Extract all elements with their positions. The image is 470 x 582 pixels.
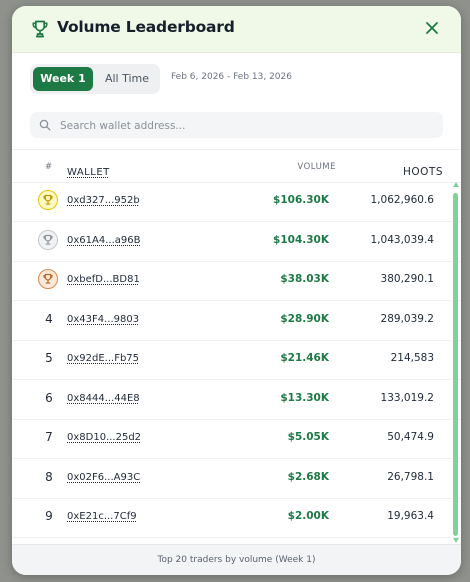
rank-number: 8: [45, 469, 53, 484]
leaderboard-footer: Top 20 traders by volume (Week 1): [12, 544, 461, 575]
volume-value: $5.05K: [287, 431, 329, 443]
tab-week-1[interactable]: Week 1: [33, 67, 93, 91]
volume-value: $2.00K: [287, 510, 329, 522]
modal-title: Volume Leaderboard: [57, 18, 235, 36]
hoots-value: 214,583: [390, 352, 434, 364]
search-wallet-input[interactable]: [58, 116, 432, 136]
table-row: 0x61A4...a96B $104.30K 1,043,039.4: [12, 222, 461, 262]
gold-medal-icon: [38, 190, 58, 210]
wallet-address-link[interactable]: 0x61A4...a96B: [67, 235, 140, 246]
rank-number: 9: [45, 509, 53, 523]
hoots-value: 19,963.4: [387, 510, 434, 522]
table-row: 4 0x43F4...9803 $28.90K 289,039.2: [12, 301, 461, 341]
leaderboard-rows[interactable]: 0xd327...952b $106.30K 1,062,960.6 0x61A4..…: [12, 182, 461, 546]
hoots-value: 133,019.2: [380, 391, 434, 404]
table-row: 0xbefD...BD81 $38.03K 380,290.1: [12, 261, 461, 301]
wallet-address-link[interactable]: 0x43F4...9803: [67, 314, 139, 325]
rank-number: 6: [45, 390, 53, 405]
bronze-medal-icon: [38, 269, 58, 289]
period-tabs: Week 1 All Time: [30, 64, 160, 94]
header-rank: #: [45, 162, 53, 172]
hoots-value: 50,474.9: [387, 431, 434, 443]
header-volume: VOLUME: [297, 162, 336, 172]
volume-value: $28.90K: [280, 312, 329, 325]
table-row: 7 0x8D10...25d2 $5.05K 50,474.9: [12, 419, 461, 459]
tab-all-time[interactable]: All Time: [96, 67, 158, 91]
header-hoots: HOOTS: [402, 166, 443, 178]
divider: [12, 149, 461, 150]
wallet-address-link[interactable]: 0x8444...44E8: [67, 393, 140, 404]
rank-number: 5: [45, 351, 53, 365]
volume-value: $104.30K: [273, 233, 329, 246]
wallet-address-link[interactable]: 0x8D10...25d2: [67, 432, 141, 443]
modal-header: Volume Leaderboard: [12, 6, 461, 53]
search-icon: [39, 119, 51, 131]
table-row: 8 0x02F6...A93C $2.68K 26,798.1: [12, 459, 461, 499]
silver-medal-icon: [38, 229, 58, 250]
volume-value: $106.30K: [273, 194, 329, 206]
trophy-icon: [32, 20, 48, 38]
hoots-value: 380,290.1: [380, 273, 434, 285]
tabs-row: Week 1 All Time Feb 6, 2026 - Feb 13, 20…: [30, 64, 443, 94]
date-range: Feb 6, 2026 - Feb 13, 2026: [171, 72, 292, 82]
volume-value: $38.03K: [280, 273, 329, 285]
rank-number: 7: [45, 430, 53, 444]
wallet-address-link[interactable]: 0xE21c...7Cf9: [67, 511, 137, 522]
volume-value: $2.68K: [287, 470, 329, 483]
wallet-address-link[interactable]: 0xd327...952b: [67, 195, 140, 206]
wallet-address-link[interactable]: 0x02F6...A93C: [67, 472, 140, 483]
wallet-address-link[interactable]: 0x92dE...Fb75: [67, 353, 139, 364]
hoots-value: 1,062,960.6: [370, 194, 434, 206]
wallet-address-link[interactable]: 0xbefD...BD81: [67, 274, 140, 285]
scroll-up-arrow[interactable]: [453, 182, 459, 187]
hoots-value: 289,039.2: [380, 312, 434, 325]
table-header: # WALLET VOLUME HOOTS: [12, 154, 461, 183]
table-row: 9 0xE21c...7Cf9 $2.00K 19,963.4: [12, 498, 461, 538]
leaderboard-modal: Volume Leaderboard Week 1 All Time Feb 6…: [12, 6, 461, 575]
scroll-down-arrow[interactable]: [453, 538, 459, 543]
search-bar: [30, 112, 443, 138]
table-row: 0xd327...952b $106.30K 1,062,960.6: [12, 182, 461, 222]
hoots-value: 1,043,039.4: [370, 233, 434, 246]
table-row: 6 0x8444...44E8 $13.30K 133,019.2: [12, 380, 461, 420]
hoots-value: 26,798.1: [387, 470, 434, 483]
volume-value: $13.30K: [280, 391, 329, 404]
rank-number: 4: [45, 311, 53, 326]
close-icon[interactable]: [425, 21, 439, 35]
scrollbar-thumb[interactable]: [453, 193, 458, 536]
header-wallet: WALLET: [67, 167, 110, 178]
table-row: 5 0x92dE...Fb75 $21.46K 214,583: [12, 340, 461, 380]
volume-value: $21.46K: [280, 352, 329, 364]
